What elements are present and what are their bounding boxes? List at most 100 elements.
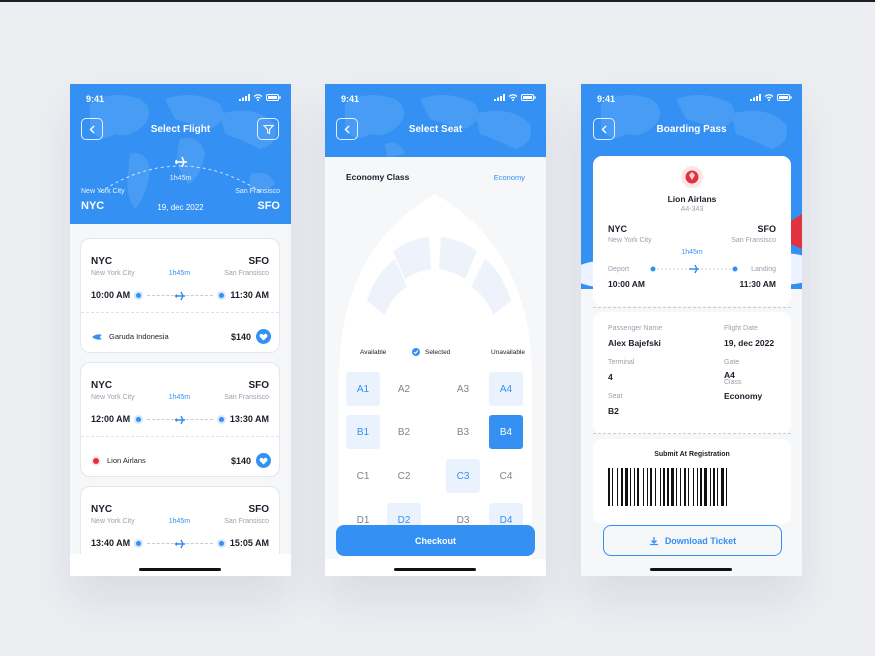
barcode-bar xyxy=(643,468,644,506)
signal-icon xyxy=(239,94,250,101)
wifi-icon xyxy=(253,94,263,101)
seat-c3[interactable]: C3 xyxy=(446,459,480,493)
ticket-passenger-section: Passenger Name Alex Bajefski Flight Date… xyxy=(593,312,791,434)
seat-b3[interactable]: B3 xyxy=(446,415,480,449)
card-duration: 1h45m xyxy=(168,518,191,525)
route-dot xyxy=(218,540,224,546)
seat-c2[interactable]: C2 xyxy=(387,459,421,493)
to-code: SFO xyxy=(257,200,280,212)
from-code: NYC xyxy=(608,224,628,234)
card-to-city: San Fransisco xyxy=(224,518,269,525)
card-from-code: NYC xyxy=(91,504,113,515)
heart-icon xyxy=(259,457,268,464)
seat-a1[interactable]: A1 xyxy=(346,372,380,406)
battery-icon xyxy=(266,94,281,101)
flight-card[interactable]: NYC SFO New York City 1h45m San Fransisco 1… xyxy=(80,362,280,477)
ticket-barcode-section: Submit At Registration xyxy=(593,439,791,524)
barcode-bar xyxy=(612,468,613,506)
card-to-code: SFO xyxy=(248,380,269,391)
card-divider xyxy=(81,436,279,437)
flight-card[interactable]: NYC SFO New York City 1h45m San Fransisco 1… xyxy=(80,238,280,353)
card-duration: 1h45m xyxy=(168,394,191,401)
route-dot xyxy=(136,540,142,546)
barcode-bar xyxy=(663,468,665,506)
card-depart-time: 10:00 AM xyxy=(91,290,131,300)
boarding-pass-screen: 9:41 Boarding Pass Lion Airlans A4-343 N… xyxy=(581,84,802,576)
card-arrive-time: 13:30 AM xyxy=(229,414,269,424)
checkout-button[interactable]: Checkout xyxy=(336,525,535,556)
depart-label: Deport xyxy=(608,266,630,273)
seat-c1[interactable]: C1 xyxy=(346,459,380,493)
flight-header: 9:41 Select Flight 1h45m New York City N… xyxy=(70,84,291,224)
barcode-bar xyxy=(625,468,628,506)
submit-label: Submit At Registration xyxy=(654,451,730,458)
wifi-icon xyxy=(508,94,518,101)
barcode-bar xyxy=(697,468,698,506)
barcode-bar xyxy=(634,468,635,506)
card-from-city: New York City xyxy=(91,394,135,401)
favorite-button[interactable] xyxy=(256,453,271,468)
download-icon xyxy=(649,536,658,545)
card-from-code: NYC xyxy=(91,380,113,391)
barcode-bar xyxy=(660,468,661,506)
status-icons xyxy=(239,94,281,101)
ticket-divider xyxy=(593,433,791,434)
battery-icon xyxy=(521,94,536,101)
filter-button[interactable] xyxy=(257,118,279,140)
home-indicator xyxy=(394,568,476,571)
terminal-value: 4 xyxy=(608,372,613,382)
arrive-time: 11:30 AM xyxy=(739,279,776,289)
heart-icon xyxy=(259,333,268,340)
status-time: 9:41 xyxy=(597,94,616,104)
favorite-button[interactable] xyxy=(256,329,271,344)
barcode-bar xyxy=(717,468,718,506)
route-line xyxy=(147,415,213,424)
barcode-bar xyxy=(621,468,623,506)
card-price: $140 xyxy=(230,455,251,466)
status-time: 9:41 xyxy=(86,94,105,104)
class-label: Class xyxy=(724,379,742,386)
barcode-bar xyxy=(617,468,618,506)
card-depart-time: 13:40 AM xyxy=(91,538,131,548)
passenger-label: Passenger Name xyxy=(608,325,663,332)
bottom-bar xyxy=(70,554,291,576)
barcode-bar xyxy=(655,468,656,506)
seat-c4[interactable]: C4 xyxy=(489,459,523,493)
barcode-bar xyxy=(671,468,674,506)
download-ticket-button[interactable]: Download Ticket xyxy=(603,525,782,556)
seat-a3[interactable]: A3 xyxy=(446,372,480,406)
route-line xyxy=(147,291,214,300)
lion-air-logo-icon xyxy=(91,455,101,466)
depart-time: 10:00 AM xyxy=(608,279,646,289)
seat-a2[interactable]: A2 xyxy=(387,372,421,406)
seat-b4[interactable]: B4 xyxy=(489,415,523,449)
class-selector[interactable]: Economy xyxy=(494,173,525,182)
barcode-bar xyxy=(680,468,681,506)
route-duration: 1h45m xyxy=(169,175,192,182)
from-city: New York City xyxy=(81,188,125,195)
seat-a4[interactable]: A4 xyxy=(489,372,523,406)
terminal-label: Terminal xyxy=(608,359,635,366)
passenger-name: Alex Bajefski xyxy=(608,338,661,348)
card-to-city: San Fransisco xyxy=(224,270,269,277)
barcode-bar xyxy=(667,468,669,506)
card-from-code: NYC xyxy=(91,256,113,267)
card-divider xyxy=(81,312,279,313)
seat-b1[interactable]: B1 xyxy=(346,415,380,449)
wifi-icon xyxy=(764,94,774,101)
barcode-bar xyxy=(713,468,715,506)
seat-b2[interactable]: B2 xyxy=(387,415,421,449)
legend-available: Available xyxy=(360,349,387,356)
home-indicator xyxy=(650,568,732,571)
barcode-bar xyxy=(676,468,677,506)
plane-icon xyxy=(175,156,187,168)
seat-header: 9:41 Select Seat xyxy=(325,84,546,157)
card-arrive-time: 11:30 AM xyxy=(230,290,269,300)
card-depart-time: 12:00 AM xyxy=(91,414,131,424)
to-code: SFO xyxy=(757,224,776,234)
route-duration: 1h45m xyxy=(681,249,703,256)
barcode-bar xyxy=(688,468,689,506)
card-price: $140 xyxy=(230,331,251,342)
plane-icon xyxy=(175,539,185,548)
lion-air-logo-icon xyxy=(681,166,703,188)
